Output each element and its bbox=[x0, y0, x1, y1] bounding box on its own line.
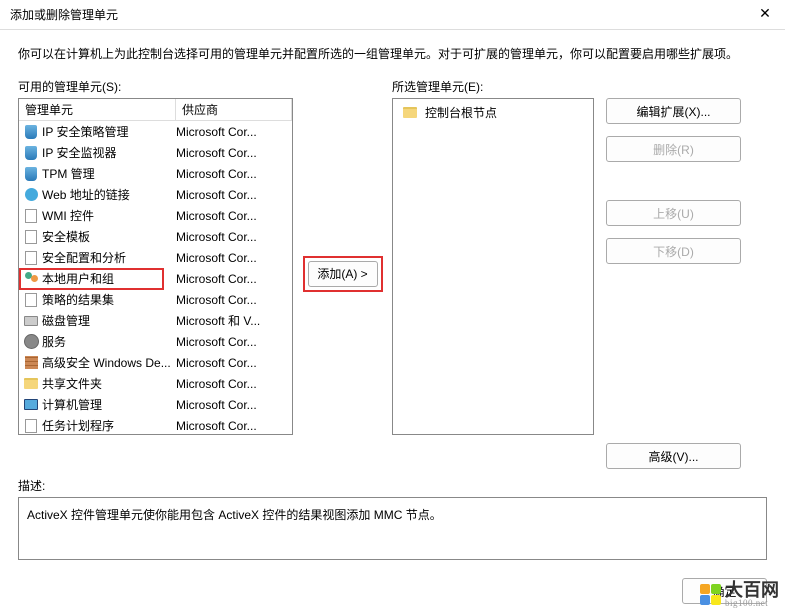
main-area: 可用的管理单元(S): 管理单元 供应商 IP 安全策略管理 Microsoft … bbox=[0, 73, 785, 469]
snapin-name: Web 地址的链接 bbox=[42, 186, 130, 203]
users-icon bbox=[23, 271, 39, 287]
edit-extensions-button[interactable]: 编辑扩展(X)... bbox=[606, 98, 741, 124]
watermark-main: 大百网 bbox=[725, 581, 779, 599]
list-item[interactable]: 本地用户和组 Microsoft Cor... bbox=[19, 268, 292, 289]
dialog-title: 添加或删除管理单元 bbox=[10, 6, 118, 23]
move-down-button[interactable]: 下移(D) bbox=[606, 238, 741, 264]
right-buttons-column: 编辑扩展(X)... 删除(R) 上移(U) 下移(D) 高级(V)... bbox=[606, 78, 746, 469]
selected-column: 所选管理单元(E): 控制台根节点 bbox=[392, 78, 594, 469]
list-item[interactable]: 磁盘管理 Microsoft 和 V... bbox=[19, 310, 292, 331]
snapin-vendor: Microsoft Cor... bbox=[176, 188, 292, 202]
wall-icon bbox=[23, 355, 39, 371]
advanced-button[interactable]: 高级(V)... bbox=[606, 443, 741, 469]
snapin-vendor: Microsoft 和 V... bbox=[176, 312, 292, 329]
watermark-logo-icon bbox=[699, 584, 721, 606]
watermark-sub: big100.net bbox=[725, 599, 779, 608]
snapin-name: 共享文件夹 bbox=[42, 375, 102, 392]
list-item[interactable]: 服务 Microsoft Cor... bbox=[19, 331, 292, 352]
snapin-vendor: Microsoft Cor... bbox=[176, 272, 292, 286]
doc-icon bbox=[23, 208, 39, 224]
list-item[interactable]: IP 安全策略管理 Microsoft Cor... bbox=[19, 121, 292, 142]
snapin-name: WMI 控件 bbox=[42, 207, 94, 224]
snapin-vendor: Microsoft Cor... bbox=[176, 251, 292, 265]
list-item[interactable]: 任务计划程序 Microsoft Cor... bbox=[19, 415, 292, 434]
tree-root-label: 控制台根节点 bbox=[425, 104, 497, 121]
description-label: 描述: bbox=[18, 477, 767, 494]
folder-icon bbox=[402, 104, 418, 120]
snapin-vendor: Microsoft Cor... bbox=[176, 209, 292, 223]
col-header-vendor[interactable]: 供应商 bbox=[176, 99, 292, 120]
tree-root-row[interactable]: 控制台根节点 bbox=[396, 102, 590, 122]
description-area: 描述: ActiveX 控件管理单元使你能用包含 ActiveX 控件的结果视图… bbox=[0, 469, 785, 560]
snapin-vendor: Microsoft Cor... bbox=[176, 356, 292, 370]
snapin-vendor: Microsoft Cor... bbox=[176, 335, 292, 349]
disk-icon bbox=[23, 313, 39, 329]
snapin-name: 服务 bbox=[42, 333, 66, 350]
snapin-vendor: Microsoft Cor... bbox=[176, 293, 292, 307]
snapin-vendor: Microsoft Cor... bbox=[176, 419, 292, 433]
add-button-highlight: 添加(A) > bbox=[303, 256, 383, 292]
list-item[interactable]: Web 地址的链接 Microsoft Cor... bbox=[19, 184, 292, 205]
snapin-vendor: Microsoft Cor... bbox=[176, 146, 292, 160]
link-icon bbox=[23, 187, 39, 203]
snapin-vendor: Microsoft Cor... bbox=[176, 230, 292, 244]
selected-label: 所选管理单元(E): bbox=[392, 78, 594, 95]
doc-icon bbox=[23, 292, 39, 308]
list-item[interactable]: TPM 管理 Microsoft Cor... bbox=[19, 163, 292, 184]
list-header: 管理单元 供应商 bbox=[19, 99, 292, 121]
list-item[interactable]: 计算机管理 Microsoft Cor... bbox=[19, 394, 292, 415]
instructions-text: 你可以在计算机上为此控制台选择可用的管理单元并配置所选的一组管理单元。对于可扩展… bbox=[0, 30, 785, 73]
list-item[interactable]: IP 安全监视器 Microsoft Cor... bbox=[19, 142, 292, 163]
snapin-name: 高级安全 Windows De... bbox=[42, 354, 171, 371]
add-button[interactable]: 添加(A) > bbox=[308, 261, 378, 287]
folder-icon bbox=[23, 376, 39, 392]
snapin-name: 安全配置和分析 bbox=[42, 249, 126, 266]
description-box: ActiveX 控件管理单元使你能用包含 ActiveX 控件的结果视图添加 M… bbox=[18, 497, 767, 560]
doc-icon bbox=[23, 418, 39, 434]
gear-icon bbox=[23, 334, 39, 350]
sec-icon bbox=[23, 145, 39, 161]
available-label: 可用的管理单元(S): bbox=[18, 78, 293, 95]
snapin-vendor: Microsoft Cor... bbox=[176, 398, 292, 412]
list-item[interactable]: 安全配置和分析 Microsoft Cor... bbox=[19, 247, 292, 268]
watermark-text: 大百网 big100.net bbox=[725, 581, 779, 608]
snapin-name: 本地用户和组 bbox=[42, 270, 114, 287]
snapin-vendor: Microsoft Cor... bbox=[176, 125, 292, 139]
list-item[interactable]: WMI 控件 Microsoft Cor... bbox=[19, 205, 292, 226]
snapin-name: 磁盘管理 bbox=[42, 312, 90, 329]
list-item[interactable]: 高级安全 Windows De... Microsoft Cor... bbox=[19, 352, 292, 373]
list-item[interactable]: 策略的结果集 Microsoft Cor... bbox=[19, 289, 292, 310]
description-text: ActiveX 控件管理单元使你能用包含 ActiveX 控件的结果视图添加 M… bbox=[27, 508, 442, 522]
list-item[interactable]: 共享文件夹 Microsoft Cor... bbox=[19, 373, 292, 394]
snapin-name: TPM 管理 bbox=[42, 165, 95, 182]
sec-icon bbox=[23, 166, 39, 182]
remove-button[interactable]: 删除(R) bbox=[606, 136, 741, 162]
snapin-name: 任务计划程序 bbox=[42, 417, 114, 434]
available-snapins-list[interactable]: 管理单元 供应商 IP 安全策略管理Microsoft Cor...IP 安全监… bbox=[18, 98, 293, 435]
list-body[interactable]: IP 安全策略管理 Microsoft Cor... IP 安全监视器 Microso… bbox=[19, 121, 292, 434]
doc-icon bbox=[23, 229, 39, 245]
snapin-vendor: Microsoft Cor... bbox=[176, 377, 292, 391]
snapin-name: 策略的结果集 bbox=[42, 291, 114, 308]
watermark: 大百网 big100.net bbox=[699, 581, 779, 608]
close-button[interactable]: ✕ bbox=[755, 5, 775, 22]
available-column: 可用的管理单元(S): 管理单元 供应商 IP 安全策略管理 Microsoft … bbox=[18, 78, 293, 469]
snapin-name: 安全模板 bbox=[42, 228, 90, 245]
col-header-name[interactable]: 管理单元 bbox=[19, 99, 176, 120]
snapin-name: 计算机管理 bbox=[42, 396, 102, 413]
titlebar: 添加或删除管理单元 ✕ bbox=[0, 0, 785, 30]
sec-icon bbox=[23, 124, 39, 140]
snapin-name: IP 安全监视器 bbox=[42, 144, 116, 161]
move-up-button[interactable]: 上移(U) bbox=[606, 200, 741, 226]
snapin-vendor: Microsoft Cor... bbox=[176, 167, 292, 181]
snapin-name: IP 安全策略管理 bbox=[42, 123, 128, 140]
selected-snapins-tree[interactable]: 控制台根节点 bbox=[392, 98, 594, 435]
middle-column: 添加(A) > bbox=[305, 78, 380, 469]
comp-icon bbox=[23, 397, 39, 413]
doc-icon bbox=[23, 250, 39, 266]
list-item[interactable]: 安全模板 Microsoft Cor... bbox=[19, 226, 292, 247]
